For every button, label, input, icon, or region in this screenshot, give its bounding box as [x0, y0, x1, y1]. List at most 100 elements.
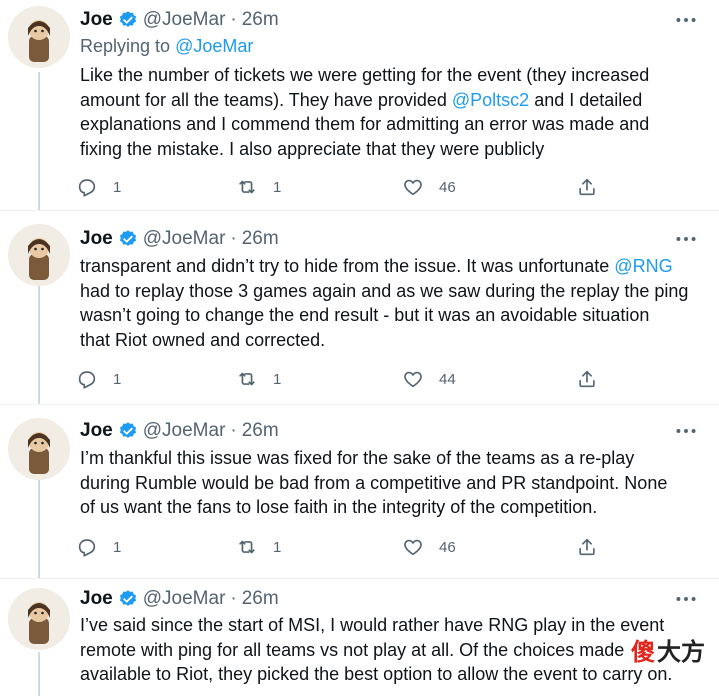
- tweet-header: Joe @JoeMar · 26m: [80, 7, 699, 33]
- like-icon: [402, 176, 424, 198]
- tweet[interactable]: Joe @JoeMar · 26m I’m thankful this issu…: [0, 404, 719, 579]
- retweet-count: 1: [273, 538, 282, 556]
- like-icon: [402, 536, 424, 558]
- author-name[interactable]: Joe: [80, 588, 113, 610]
- text-segment: and I detailed: [529, 89, 643, 110]
- author-handle[interactable]: @JoeMar: [143, 9, 226, 31]
- avatar[interactable]: [8, 224, 70, 286]
- author-handle[interactable]: @JoeMar: [143, 228, 226, 250]
- text-segment: Like the number of tickets we were getti…: [80, 65, 650, 85]
- text-line: that Riot owned and corrected.: [80, 328, 700, 353]
- thread-line: [38, 476, 40, 578]
- reply-icon: [76, 176, 98, 198]
- text-line: available to Riot, they picked the best …: [80, 662, 700, 687]
- timestamp[interactable]: 26m: [242, 9, 279, 31]
- text-line: I’m thankful this issue was fixed for th…: [80, 446, 700, 471]
- text-segment: I’ve said since the start of MSI, I woul…: [80, 615, 665, 635]
- text-segment: that Riot owned and corrected.: [80, 329, 326, 350]
- retweet-button[interactable]: 1: [236, 366, 281, 392]
- avatar[interactable]: [8, 418, 70, 480]
- separator-dot: ·: [230, 588, 237, 609]
- retweet-icon: [236, 368, 258, 390]
- tweet-header: Joe @JoeMar · 26m: [80, 418, 699, 444]
- share-icon: [576, 536, 598, 558]
- reply-count: 1: [113, 178, 122, 196]
- verified-badge-icon: [118, 589, 138, 609]
- text-line: amount for all the teams). They have pro…: [80, 88, 700, 113]
- tweet[interactable]: Joe @JoeMar · 26m transparent and didn’t…: [0, 210, 719, 405]
- avatar[interactable]: [8, 588, 70, 650]
- tweet-header: Joe @JoeMar · 26m: [80, 226, 699, 252]
- retweet-icon: [236, 536, 258, 558]
- avatar[interactable]: [8, 6, 70, 68]
- text-line: remote with ping for all teams vs not pl…: [80, 638, 700, 663]
- tweet-header: Joe @JoeMar · 26m: [80, 586, 699, 612]
- tweet-text: Like the number of tickets we were getti…: [80, 63, 700, 161]
- like-button[interactable]: 46: [402, 174, 456, 200]
- reply-icon: [76, 536, 98, 558]
- replying-to: Replying to @JoeMar: [80, 36, 253, 57]
- text-line: Like the number of tickets we were getti…: [80, 63, 700, 88]
- separator-dot: ·: [230, 228, 237, 249]
- tweet[interactable]: Joe @JoeMar · 26m I’ve said since the st…: [0, 578, 719, 696]
- thread-line: [38, 282, 40, 404]
- more-icon[interactable]: [673, 226, 699, 252]
- text-segment: of us want the fans to lose faith in the…: [80, 497, 598, 517]
- share-icon: [576, 176, 598, 198]
- author-name[interactable]: Joe: [80, 420, 113, 442]
- text-line: fixing the mistake. I also appreciate th…: [80, 137, 700, 162]
- more-icon[interactable]: [673, 418, 699, 444]
- author-handle[interactable]: @JoeMar: [143, 420, 226, 442]
- replying-prefix: Replying to: [80, 36, 176, 56]
- like-button[interactable]: 46: [402, 534, 456, 560]
- mention-link[interactable]: @Poltsc2: [452, 90, 529, 110]
- reply-icon: [76, 368, 98, 390]
- timestamp[interactable]: 26m: [242, 588, 279, 610]
- mention-link[interactable]: @RNG: [614, 256, 672, 276]
- more-icon[interactable]: [673, 7, 699, 33]
- reply-button[interactable]: 1: [76, 534, 121, 560]
- reply-button[interactable]: 1: [76, 174, 121, 200]
- author-name[interactable]: Joe: [80, 228, 113, 250]
- replying-to-link[interactable]: @JoeMar: [175, 36, 253, 56]
- retweet-count: 1: [273, 178, 282, 196]
- timestamp[interactable]: 26m: [242, 420, 279, 442]
- timestamp[interactable]: 26m: [242, 228, 279, 250]
- watermark-logo: 傻大方: [631, 632, 705, 666]
- watermark-part-2: 大方: [657, 637, 705, 666]
- share-button[interactable]: [576, 534, 598, 560]
- verified-badge-icon: [118, 10, 138, 30]
- text-segment: available to Riot, they picked the best …: [80, 664, 673, 684]
- retweet-count: 1: [273, 370, 282, 388]
- reply-button[interactable]: 1: [76, 366, 121, 392]
- verified-badge-icon: [118, 229, 138, 249]
- tweet-actions: 1 1 46: [76, 174, 719, 200]
- tweet[interactable]: Joe @JoeMar · 26m Replying to @JoeMar Li…: [0, 0, 719, 211]
- author-handle[interactable]: @JoeMar: [143, 588, 226, 610]
- text-line: transparent and didn’t try to hide from …: [80, 254, 700, 279]
- retweet-button[interactable]: 1: [236, 174, 281, 200]
- separator-dot: ·: [230, 420, 237, 441]
- more-icon[interactable]: [673, 586, 699, 612]
- text-segment: amount for all the teams). They have pro…: [80, 89, 452, 110]
- like-button[interactable]: 44: [402, 366, 456, 392]
- text-segment: wasn’t going to change the end result - …: [80, 305, 650, 325]
- text-segment: fixing the mistake. I also appreciate th…: [80, 138, 545, 159]
- text-segment: I’m thankful this issue was fixed for th…: [80, 448, 635, 468]
- share-button[interactable]: [576, 366, 598, 392]
- text-line: during Rumble would be bad from a compet…: [80, 471, 700, 496]
- like-count: 46: [439, 178, 456, 196]
- tweet-text: transparent and didn’t try to hide from …: [80, 254, 700, 352]
- author-name[interactable]: Joe: [80, 9, 113, 31]
- text-line: explanations and I commend them for admi…: [80, 112, 700, 137]
- thread-line: [38, 72, 40, 210]
- text-line: I’ve said since the start of MSI, I woul…: [80, 613, 700, 638]
- like-icon: [402, 368, 424, 390]
- text-segment: explanations and I commend them for admi…: [80, 114, 650, 134]
- retweet-button[interactable]: 1: [236, 534, 281, 560]
- verified-badge-icon: [118, 421, 138, 441]
- tweet-text: I’ve said since the start of MSI, I woul…: [80, 613, 700, 687]
- text-line: of us want the fans to lose faith in the…: [80, 495, 700, 520]
- share-icon: [576, 368, 598, 390]
- share-button[interactable]: [576, 174, 598, 200]
